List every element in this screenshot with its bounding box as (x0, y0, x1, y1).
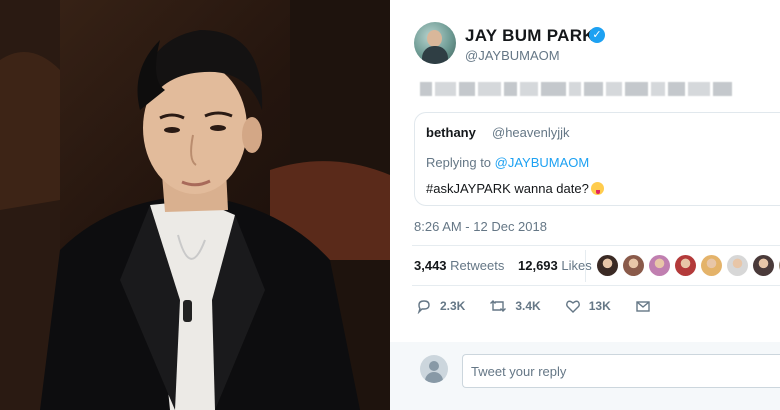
quoted-tweet[interactable]: bethany @heavenlyjjk Replying to @JAYBUM… (414, 112, 780, 206)
quote-author-name: bethany (426, 125, 476, 140)
likes-label[interactable]: Likes (561, 258, 591, 273)
reply-composer (390, 342, 780, 410)
liker-avatars (597, 255, 780, 276)
author-avatar[interactable] (414, 22, 456, 64)
divider-top (412, 245, 780, 246)
heart-icon (565, 300, 580, 313)
envelope-icon (636, 301, 650, 312)
quote-author-handle: @heavenlyjjk (492, 125, 570, 140)
reply-icon (417, 300, 430, 314)
current-user-avatar (420, 355, 448, 383)
engagement-stats: 3,443 Retweets 12,693 Likes (414, 258, 592, 273)
divider-bottom (412, 285, 780, 286)
reply-count: 2.3K (440, 299, 466, 313)
tweet-timestamp[interactable]: 8:26 AM - 12 Dec 2018 (414, 219, 547, 234)
liker-avatar[interactable] (753, 255, 774, 276)
retweets-count[interactable]: 3,443 (414, 258, 447, 273)
liker-avatar[interactable] (623, 255, 644, 276)
liker-avatar[interactable] (597, 255, 618, 276)
quote-text-row: #askJAYPARK wanna date? (426, 181, 604, 196)
like-button[interactable]: 13K (565, 298, 611, 314)
portrait-illustration (0, 0, 390, 410)
tongue-wink-emoji-icon (590, 182, 604, 195)
author-handle[interactable]: @JAYBUMAOM (465, 48, 560, 63)
replying-to-label: Replying to @JAYBUMAOM (426, 155, 589, 170)
blurred-tweet-text (420, 82, 732, 96)
quote-text: #askJAYPARK wanna date? (426, 181, 589, 196)
reply-button[interactable]: 2.3K (416, 298, 465, 314)
author-display-name[interactable]: JAY BUM PARK (465, 26, 595, 46)
retweet-icon (490, 300, 507, 312)
tweet-actions: 2.3K 3.4K 13K (416, 298, 683, 314)
retweet-count: 3.4K (515, 299, 541, 313)
tweet-card: JAY BUM PARK ✓ @JAYBUMAOM bethany @heave… (390, 0, 780, 410)
likes-count[interactable]: 12,693 (518, 258, 558, 273)
liker-avatar[interactable] (727, 255, 748, 276)
profile-photo (0, 0, 390, 410)
liker-avatar[interactable] (649, 255, 670, 276)
verified-badge-icon: ✓ (589, 27, 605, 43)
retweet-button[interactable]: 3.4K (489, 298, 541, 314)
replying-prefix: Replying to (426, 155, 495, 170)
like-count: 13K (588, 299, 611, 313)
retweets-label[interactable]: Retweets (450, 258, 504, 273)
liker-avatar[interactable] (701, 255, 722, 276)
direct-message-button[interactable] (635, 298, 659, 314)
replying-to-handle[interactable]: @JAYBUMAOM (495, 155, 590, 170)
reply-input[interactable] (462, 354, 780, 388)
liker-avatar[interactable] (675, 255, 696, 276)
stats-separator (585, 250, 586, 282)
